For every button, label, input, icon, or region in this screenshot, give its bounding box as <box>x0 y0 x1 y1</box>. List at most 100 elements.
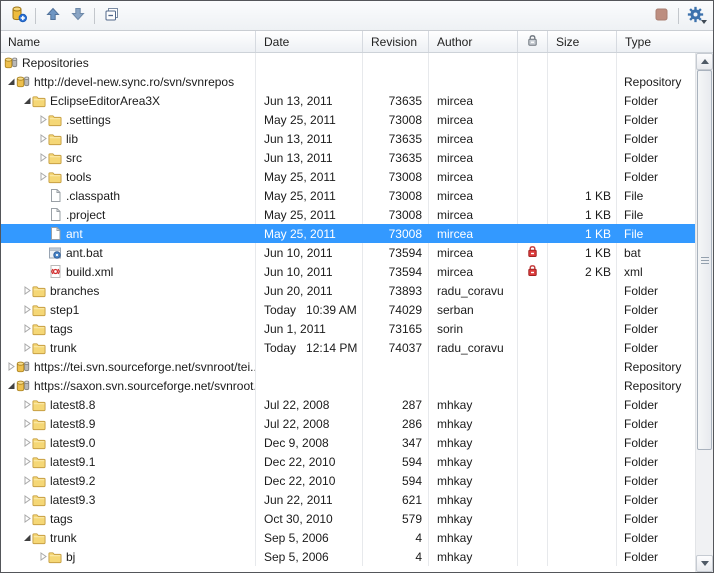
table-row[interactable]: lib Jun 13, 2011 73635 mircea Folder <box>1 129 695 148</box>
table-row[interactable]: latest9.0 Dec 9, 2008 347 mhkay Folder <box>1 433 695 452</box>
table-row[interactable]: http://devel-new.sync.ro/svn/svnrepos Re… <box>1 72 695 91</box>
table-row[interactable]: latest8.9 Jul 22, 2008 286 mhkay Folder <box>1 414 695 433</box>
tree-expander[interactable] <box>23 319 32 338</box>
table-row[interactable]: tools May 25, 2011 73008 mircea Folder <box>1 167 695 186</box>
tree-expander[interactable] <box>23 471 32 490</box>
tree-expander[interactable] <box>39 129 48 148</box>
author-cell: mhkay <box>429 490 518 509</box>
tree-expander[interactable] <box>23 528 32 547</box>
item-name: tags <box>50 322 73 336</box>
author-cell: mhkay <box>429 452 518 471</box>
scrollbar-thumb[interactable] <box>697 70 712 450</box>
table-row[interactable]: https://saxon.svn.sourceforge.net/svnroo… <box>1 376 695 395</box>
tree-expander[interactable] <box>39 224 48 243</box>
move-down-button[interactable] <box>65 4 90 27</box>
revision-cell: 73594 <box>363 243 429 262</box>
tree-expander[interactable] <box>7 72 16 91</box>
author-cell: radu_coravu <box>429 281 518 300</box>
tree-expander[interactable] <box>23 433 32 452</box>
type-cell: Folder <box>617 395 695 414</box>
new-repository-location-button[interactable] <box>6 4 31 27</box>
column-header-type[interactable]: Type <box>617 31 713 52</box>
table-row[interactable]: latest8.8 Jul 22, 2008 287 mhkay Folder <box>1 395 695 414</box>
table-row[interactable]: bj Sep 5, 2006 4 mhkay Folder <box>1 547 695 566</box>
tree-expander[interactable] <box>23 509 32 528</box>
table-row[interactable]: ant May 25, 2011 73008 mircea 1 KB File <box>1 224 695 243</box>
table-row[interactable]: .classpath May 25, 2011 73008 mircea 1 K… <box>1 186 695 205</box>
tree-indent <box>1 537 23 538</box>
column-header-revision[interactable]: Revision <box>363 31 429 52</box>
table-row[interactable]: trunk Sep 5, 2006 4 mhkay Folder <box>1 528 695 547</box>
tree-expander[interactable] <box>7 376 16 395</box>
column-header-date[interactable]: Date <box>256 31 363 52</box>
scroll-down-button[interactable] <box>696 555 713 572</box>
tree-expander[interactable] <box>23 91 32 110</box>
type-cell: Folder <box>617 338 695 357</box>
table-row[interactable]: latest9.1 Dec 22, 2010 594 mhkay Folder <box>1 452 695 471</box>
scroll-up-button[interactable] <box>696 53 713 70</box>
column-header-size[interactable]: Size <box>548 31 617 52</box>
table-row[interactable]: build.xml Jun 10, 2011 73594 mircea 2 KB… <box>1 262 695 281</box>
size-cell <box>548 452 617 471</box>
table-row[interactable]: EclipseEditorArea3X Jun 13, 2011 73635 m… <box>1 91 695 110</box>
tree-expander[interactable] <box>23 395 32 414</box>
table-row[interactable]: branches Jun 20, 2011 73893 radu_coravu … <box>1 281 695 300</box>
tree-expander[interactable] <box>39 167 48 186</box>
tree-indent <box>1 119 39 120</box>
revision-cell: 73008 <box>363 186 429 205</box>
vertical-scrollbar[interactable] <box>695 53 713 572</box>
folder-icon <box>32 471 46 490</box>
tree-expander[interactable] <box>23 281 32 300</box>
column-header-author[interactable]: Author <box>429 31 518 52</box>
tree-indent <box>1 556 39 557</box>
table-row[interactable]: https://tei.svn.sourceforge.net/svnroot/… <box>1 357 695 376</box>
item-name: src <box>66 151 82 165</box>
table-row[interactable]: .settings May 25, 2011 73008 mircea Fold… <box>1 110 695 129</box>
revision-cell: 594 <box>363 471 429 490</box>
tree-expander[interactable] <box>39 243 48 262</box>
author-cell: mircea <box>429 262 518 281</box>
folder-icon <box>32 319 46 338</box>
table-row[interactable]: latest9.2 Dec 22, 2010 594 mhkay Folder <box>1 471 695 490</box>
column-header-lock[interactable] <box>518 31 548 52</box>
tree-expander[interactable] <box>23 414 32 433</box>
tree-expander[interactable] <box>39 110 48 129</box>
table-row[interactable]: tags Oct 30, 2010 579 mhkay Folder <box>1 509 695 528</box>
date-cell: Jun 22, 2011 <box>256 490 363 509</box>
size-cell <box>548 91 617 110</box>
column-header-name[interactable]: Name <box>1 31 256 52</box>
table-row[interactable]: latest9.3 Jun 22, 2011 621 mhkay Folder <box>1 490 695 509</box>
settings-menu-button[interactable] <box>683 4 708 27</box>
revision-cell <box>363 357 429 376</box>
tree-expander[interactable] <box>39 148 48 167</box>
type-cell <box>617 53 695 72</box>
date-cell: May 25, 2011 <box>256 186 363 205</box>
table-row[interactable]: ant.bat Jun 10, 2011 73594 mircea 1 KB b… <box>1 243 695 262</box>
collapse-all-button[interactable] <box>99 4 124 27</box>
tree-expander[interactable] <box>23 490 32 509</box>
table-row[interactable]: src Jun 13, 2011 73635 mircea Folder <box>1 148 695 167</box>
tree-expander[interactable] <box>39 547 48 566</box>
lock-cell <box>518 547 548 566</box>
tree-expander[interactable] <box>23 300 32 319</box>
table-row[interactable]: trunk Today 12:14 PM 74037 radu_coravu F… <box>1 338 695 357</box>
tree-expander[interactable] <box>23 338 32 357</box>
toolbar-separator <box>678 8 679 24</box>
date-cell: Jun 10, 2011 <box>256 243 363 262</box>
tree-expander[interactable] <box>7 357 16 376</box>
tree-expander[interactable] <box>23 452 32 471</box>
table-row[interactable]: tags Jun 1, 2011 73165 sorin Folder <box>1 319 695 338</box>
table-row[interactable]: Repositories <box>1 53 695 72</box>
size-cell <box>548 281 617 300</box>
tree-expander[interactable] <box>39 262 48 281</box>
tree-indent <box>1 214 39 215</box>
tree-expander[interactable] <box>39 186 48 205</box>
stop-button[interactable] <box>649 4 674 27</box>
table-row[interactable]: .project May 25, 2011 73008 mircea 1 KB … <box>1 205 695 224</box>
author-cell: mhkay <box>429 395 518 414</box>
tree-expander[interactable] <box>39 205 48 224</box>
table-row[interactable]: step1 Today 10:39 AM 74029 serban Folder <box>1 300 695 319</box>
move-up-button[interactable] <box>40 4 65 27</box>
scrollbar-track[interactable] <box>696 450 713 555</box>
type-cell: File <box>617 186 695 205</box>
